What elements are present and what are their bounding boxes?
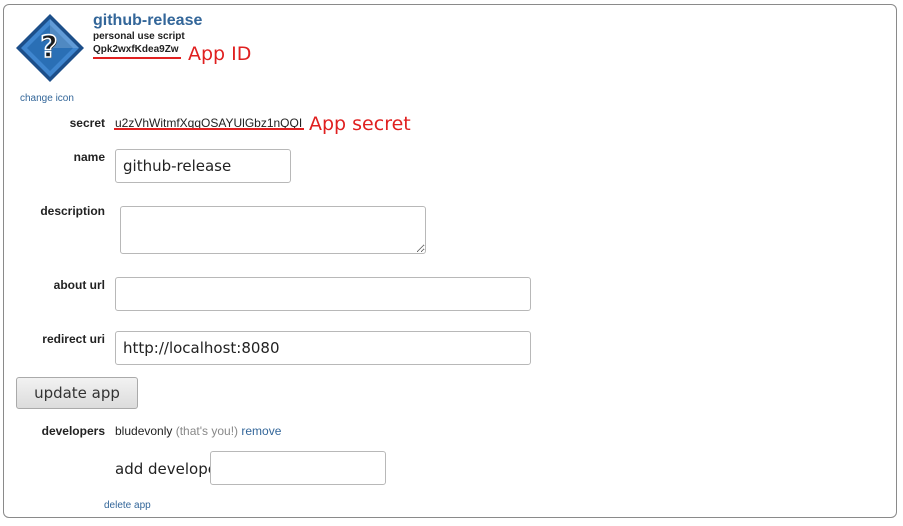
app-type-label: personal use script	[93, 31, 185, 42]
update-app-button[interactable]: update app	[16, 377, 138, 409]
app-settings-panel	[3, 4, 897, 518]
app-id-annotation: App ID	[188, 43, 252, 65]
secret-underline	[114, 128, 304, 130]
svg-text:?: ?	[40, 30, 57, 65]
app-id-underline	[93, 57, 181, 59]
remove-developer-link[interactable]: remove	[241, 424, 281, 438]
secret-annotation: App secret	[309, 113, 411, 135]
redirect-uri-label: redirect uri	[42, 332, 105, 346]
change-icon-link[interactable]: change icon	[20, 93, 74, 104]
redirect-uri-input[interactable]	[115, 331, 531, 365]
about-url-label: about url	[53, 278, 105, 292]
description-textarea[interactable]	[120, 206, 426, 254]
developer-entry: bludevonly (that's you!) remove	[115, 424, 281, 438]
secret-label: secret	[69, 116, 105, 130]
name-input[interactable]	[115, 149, 291, 183]
name-label: name	[73, 150, 105, 164]
delete-app-link[interactable]: delete app	[104, 500, 151, 511]
app-id-value: Qpk2wxfKdea9Zw	[93, 44, 179, 55]
developer-name: bludevonly	[115, 424, 173, 438]
app-title: github-release	[93, 12, 203, 29]
developers-label: developers	[41, 424, 105, 438]
question-mark-icon: ? ?	[16, 14, 84, 82]
about-url-input[interactable]	[115, 277, 531, 311]
add-developer-input[interactable]	[210, 451, 386, 485]
description-label: description	[40, 204, 105, 218]
thats-you-note: (that's you!)	[175, 424, 239, 438]
